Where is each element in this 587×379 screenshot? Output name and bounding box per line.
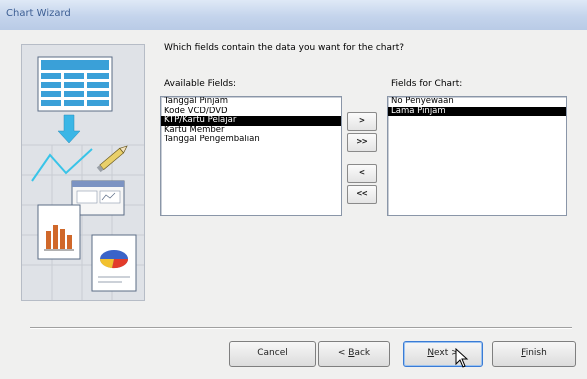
window-title: Chart Wizard [6,8,71,19]
chart-fields-list[interactable]: No Penyewaan Lama Pinjam [387,96,567,216]
list-item[interactable]: Kartu Member [161,126,341,136]
list-item[interactable]: Tanggal Pinjam [161,97,341,107]
add-field-button[interactable]: > [347,112,377,131]
finish-button[interactable]: Finish [492,341,576,367]
list-item[interactable]: No Penyewaan [388,97,566,107]
wizard-illustration [21,44,145,301]
chart-wizard-illustration-icon [22,56,144,300]
available-fields-label: Available Fields: [164,79,237,89]
list-item[interactable]: Lama Pinjam [388,106,566,117]
remove-all-fields-button[interactable]: << [347,185,377,204]
add-all-fields-button[interactable]: >> [347,133,377,152]
instruction-text: Which fields contain the data you want f… [164,43,405,53]
chart-fields-label: Fields for Chart: [391,79,463,89]
list-item[interactable]: Tanggal Pengembalian [161,135,341,145]
list-item[interactable]: Kode VCD/DVD [161,107,341,117]
back-button[interactable]: < Back [318,341,390,367]
cancel-button[interactable]: Cancel [229,341,316,367]
mouse-pointer-icon [455,348,469,368]
remove-field-button[interactable]: < [347,164,377,183]
next-button[interactable]: Next > [403,341,483,367]
title-bar: Chart Wizard [0,0,587,31]
list-item[interactable]: KTP/Kartu Pelajar [161,116,341,126]
chart-wizard-dialog: Which fields contain the data you want f… [0,30,587,379]
available-fields-list[interactable]: Tanggal Pinjam Kode VCD/DVD KTP/Kartu Pe… [160,96,342,216]
